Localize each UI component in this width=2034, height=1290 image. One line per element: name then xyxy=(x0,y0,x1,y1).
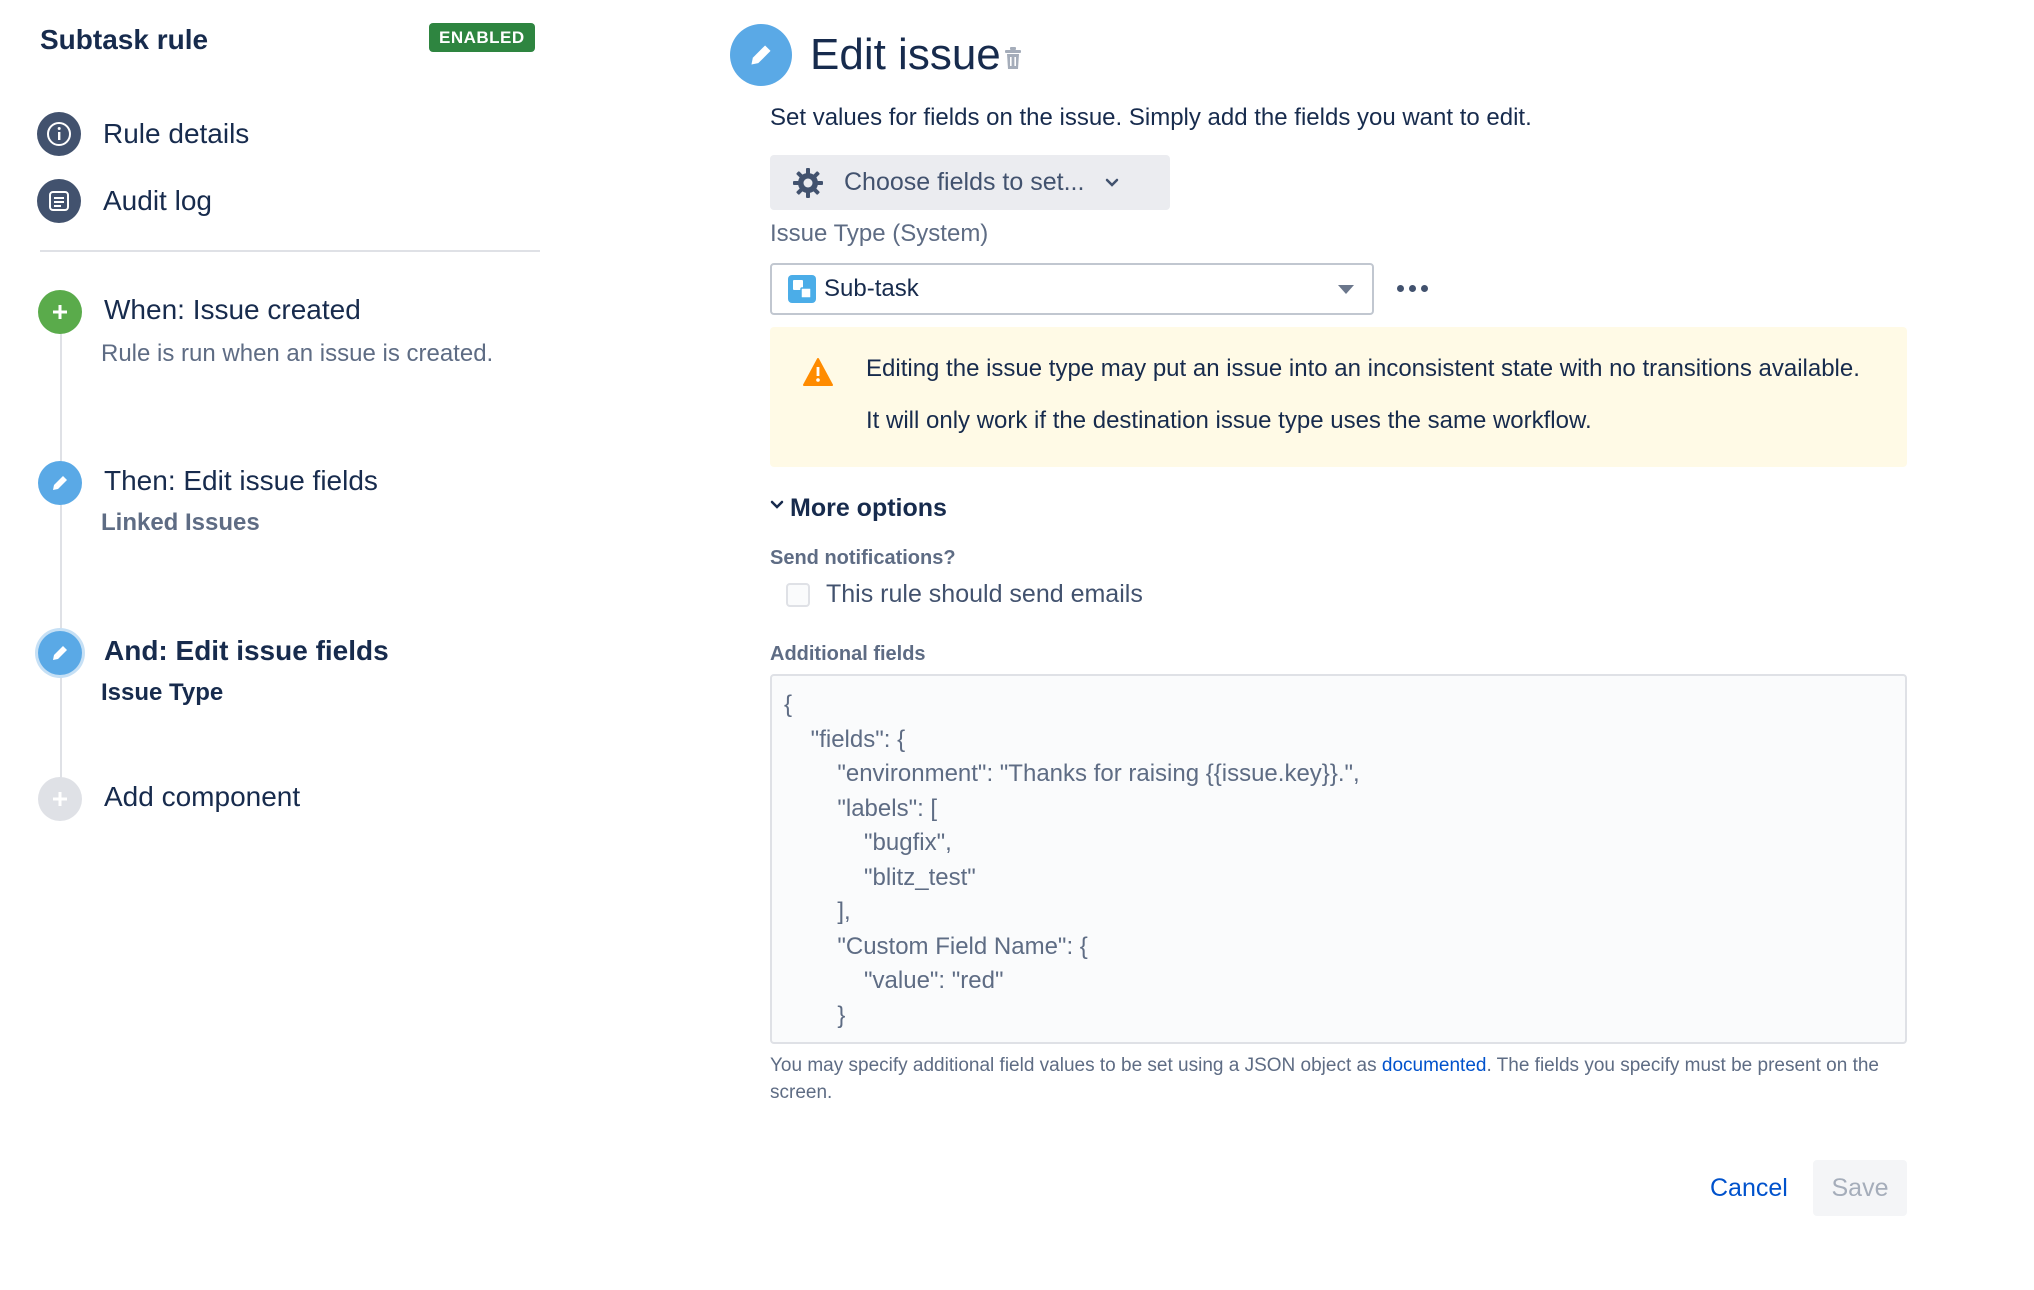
send-emails-label: This rule should send emails xyxy=(826,580,1143,608)
code-line: "bugfix", xyxy=(784,829,952,856)
more-actions-icon[interactable] xyxy=(1390,270,1434,306)
nav-label: Audit log xyxy=(103,185,212,216)
code-line: "environment": "Thanks for raising {{iss… xyxy=(784,760,1360,787)
sidebar-divider xyxy=(40,250,540,252)
edit-issue-panel: Edit issue Set values for fields on the … xyxy=(730,0,1910,1290)
additional-fields-editor[interactable]: { "fields": { "environment": "Thanks for… xyxy=(770,674,1907,1044)
code-line: "labels": [ xyxy=(784,794,938,822)
step-title: When: Issue created xyxy=(104,294,361,325)
warning-text: Editing the issue type may put an issue … xyxy=(866,355,1860,382)
nav-rule-details[interactable]: Rule details xyxy=(37,111,249,157)
subtask-icon xyxy=(788,275,816,303)
step-subtitle: Rule is run when an issue is created. xyxy=(101,340,494,367)
issue-type-value: Sub-task xyxy=(824,275,919,302)
warning-icon xyxy=(803,358,833,386)
plus-icon xyxy=(38,777,82,821)
trash-icon[interactable] xyxy=(1002,44,1024,72)
rule-sidebar: Subtask rule ENABLED Rule details Audit … xyxy=(0,0,560,1290)
page-title: Edit issue xyxy=(810,30,1001,79)
rule-title: Subtask rule xyxy=(40,24,209,55)
pencil-icon xyxy=(730,24,792,86)
chevron-down-icon xyxy=(770,500,784,509)
save-button[interactable]: Save xyxy=(1813,1160,1907,1216)
gear-icon xyxy=(793,167,823,198)
description-text: Set values for fields on the issue. Simp… xyxy=(770,104,1532,131)
documented-link[interactable]: documented xyxy=(1382,1055,1487,1076)
code-line: ], xyxy=(784,898,851,925)
helper-text-part: You may specify additional field values … xyxy=(770,1055,1382,1076)
status-badge: ENABLED xyxy=(429,23,535,52)
choose-fields-label: Choose fields to set... xyxy=(844,168,1085,196)
caret-down-icon xyxy=(1338,285,1354,294)
nav-audit-log[interactable]: Audit log xyxy=(37,178,212,224)
code-line: "Custom Field Name": { xyxy=(784,932,1088,960)
helper-text: You may specify additional field values … xyxy=(770,1052,1910,1106)
step-title: And: Edit issue fields xyxy=(104,635,389,666)
plus-icon xyxy=(38,290,82,334)
timeline-line xyxy=(60,312,62,802)
nav-label: Rule details xyxy=(103,118,250,149)
code-line: "value": "red" xyxy=(784,967,1004,994)
send-emails-option[interactable]: This rule should send emails xyxy=(786,580,1143,609)
list-icon xyxy=(37,179,81,223)
issue-type-label: Issue Type (System) xyxy=(770,220,989,247)
chevron-down-icon xyxy=(1106,178,1119,187)
info-icon xyxy=(37,112,81,156)
cancel-button[interactable]: Cancel xyxy=(1698,1160,1800,1216)
send-notifications-label: Send notifications? xyxy=(770,547,956,569)
warning-text: It will only work if the destination iss… xyxy=(866,407,1592,434)
step-subtitle: Linked Issues xyxy=(101,509,260,536)
pencil-icon xyxy=(38,461,82,505)
step-subtitle: Issue Type xyxy=(101,679,224,706)
step-title: Then: Edit issue fields xyxy=(104,465,378,496)
code-line: "blitz_test" xyxy=(784,863,976,891)
code-line: { xyxy=(784,691,793,718)
code-line: } xyxy=(784,1001,846,1029)
choose-fields-dropdown[interactable]: Choose fields to set... xyxy=(770,155,1170,210)
step-title: Add component xyxy=(104,781,301,812)
pencil-icon xyxy=(38,631,82,675)
issue-type-select[interactable]: Sub-task xyxy=(770,263,1374,315)
send-emails-checkbox[interactable] xyxy=(786,582,810,607)
code-line: "fields": { xyxy=(784,725,906,753)
more-options-toggle[interactable]: More options xyxy=(770,494,947,523)
additional-fields-label: Additional fields xyxy=(770,643,926,665)
warning-banner: Editing the issue type may put an issue … xyxy=(770,327,1907,467)
more-options-label: More options xyxy=(790,494,947,522)
